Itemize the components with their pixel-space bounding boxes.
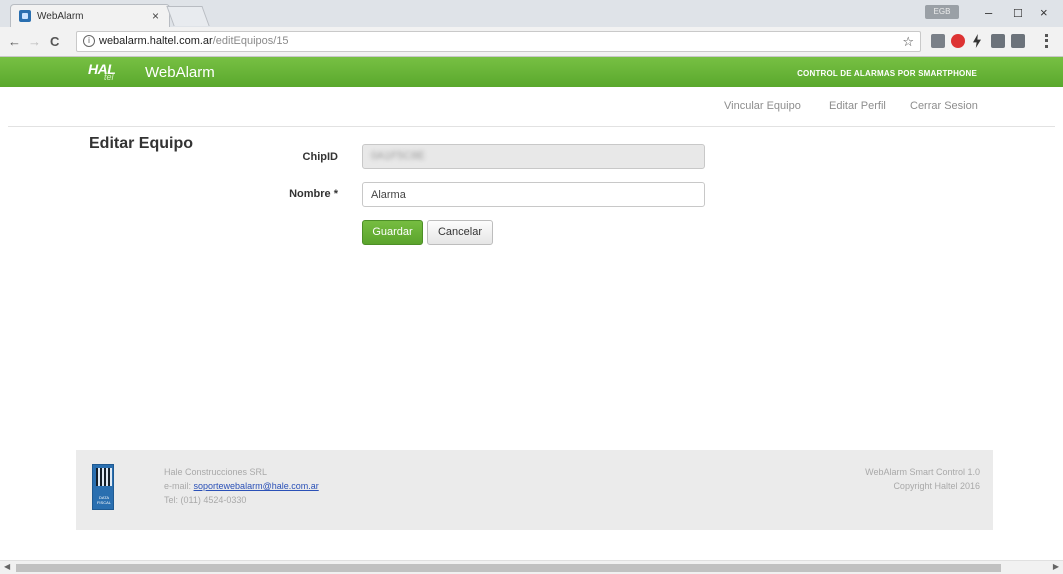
maximize-icon[interactable]: ☐ — [1013, 7, 1023, 20]
horizontal-scrollbar[interactable]: ◀ ▶ — [0, 560, 1063, 574]
chipid-label: ChipID — [302, 151, 338, 163]
nav-vincular-equipo[interactable]: Vincular Equipo — [724, 100, 801, 112]
save-button[interactable]: Guardar — [362, 220, 423, 245]
tab-close-icon[interactable]: × — [152, 9, 159, 23]
qr-caption: DATA FISCAL — [96, 495, 111, 505]
bookmark-star-icon[interactable]: ☆ — [902, 32, 914, 51]
nav-editar-perfil[interactable]: Editar Perfil — [829, 100, 886, 112]
haltel-logo-sub: tel — [104, 72, 114, 82]
browser-tabbar: WebAlarm × EGB – ☐ × — [0, 0, 1063, 27]
url-path: /editEquipos/15 — [212, 35, 289, 47]
profile-button[interactable]: EGB — [925, 5, 959, 19]
address-toolbar: ← → C i webalarm.haltel.com.ar/editEquip… — [0, 27, 1063, 57]
chipid-value: 0A1F5C8E — [371, 150, 425, 162]
chipid-field: 0A1F5C8E — [362, 144, 705, 169]
scroll-left-icon[interactable]: ◀ — [4, 562, 10, 571]
nav-divider — [8, 126, 1055, 127]
browser-tab[interactable]: WebAlarm × — [10, 4, 170, 27]
adblock-icon[interactable] — [951, 34, 965, 48]
tab-title: WebAlarm — [37, 10, 84, 22]
extension-icon-3[interactable] — [1011, 34, 1025, 48]
footer-company: Hale Construcciones SRL — [164, 467, 268, 477]
app-tagline: CONTROL DE ALARMAS POR SMARTPHONE — [797, 69, 977, 78]
extension-icon[interactable] — [931, 34, 945, 48]
data-fiscal-qr-icon[interactable]: DATA FISCAL — [92, 464, 114, 510]
footer-product: WebAlarm Smart Control 1.0 — [865, 467, 980, 477]
footer-phone: Tel: (011) 4524-0330 — [164, 495, 247, 505]
cancel-button[interactable]: Cancelar — [427, 220, 493, 245]
app-header: HAL tel WebAlarm CONTROL DE ALARMAS POR … — [0, 57, 1063, 87]
page-title: Editar Equipo — [89, 135, 193, 152]
minimize-icon[interactable]: – — [985, 5, 992, 20]
browser-menu-icon[interactable] — [1045, 34, 1049, 48]
scroll-right-icon[interactable]: ▶ — [1053, 562, 1059, 571]
footer-copyright: Copyright Haltel 2016 — [893, 481, 980, 491]
page-footer: DATA FISCAL Hale Construcciones SRL e-ma… — [76, 450, 993, 530]
url-host: webalarm.haltel.com.ar — [99, 35, 213, 47]
url-input[interactable]: i webalarm.haltel.com.ar/editEquipos/15 … — [76, 31, 921, 52]
scrollbar-thumb[interactable] — [16, 564, 1001, 572]
site-info-icon[interactable]: i — [83, 35, 95, 47]
footer-email-link[interactable]: soportewebalarm@hale.com.ar — [194, 481, 319, 491]
extension-icon-2[interactable] — [991, 34, 1005, 48]
new-tab-button[interactable] — [166, 6, 210, 26]
site-favicon-icon — [19, 10, 31, 22]
back-icon[interactable]: ← — [8, 34, 21, 49]
footer-email-line: e-mail: soportewebalarm@hale.com.ar — [164, 481, 319, 491]
window-close-icon[interactable]: × — [1040, 5, 1048, 20]
footer-email-label: e-mail: — [164, 481, 192, 491]
nav-cerrar-sesion[interactable]: Cerrar Sesion — [910, 100, 978, 112]
nombre-field[interactable] — [362, 182, 705, 207]
forward-icon[interactable]: → — [28, 34, 41, 49]
nombre-label: Nombre * — [289, 188, 338, 200]
reload-icon[interactable]: C — [50, 34, 59, 49]
app-brand[interactable]: WebAlarm — [145, 64, 215, 81]
